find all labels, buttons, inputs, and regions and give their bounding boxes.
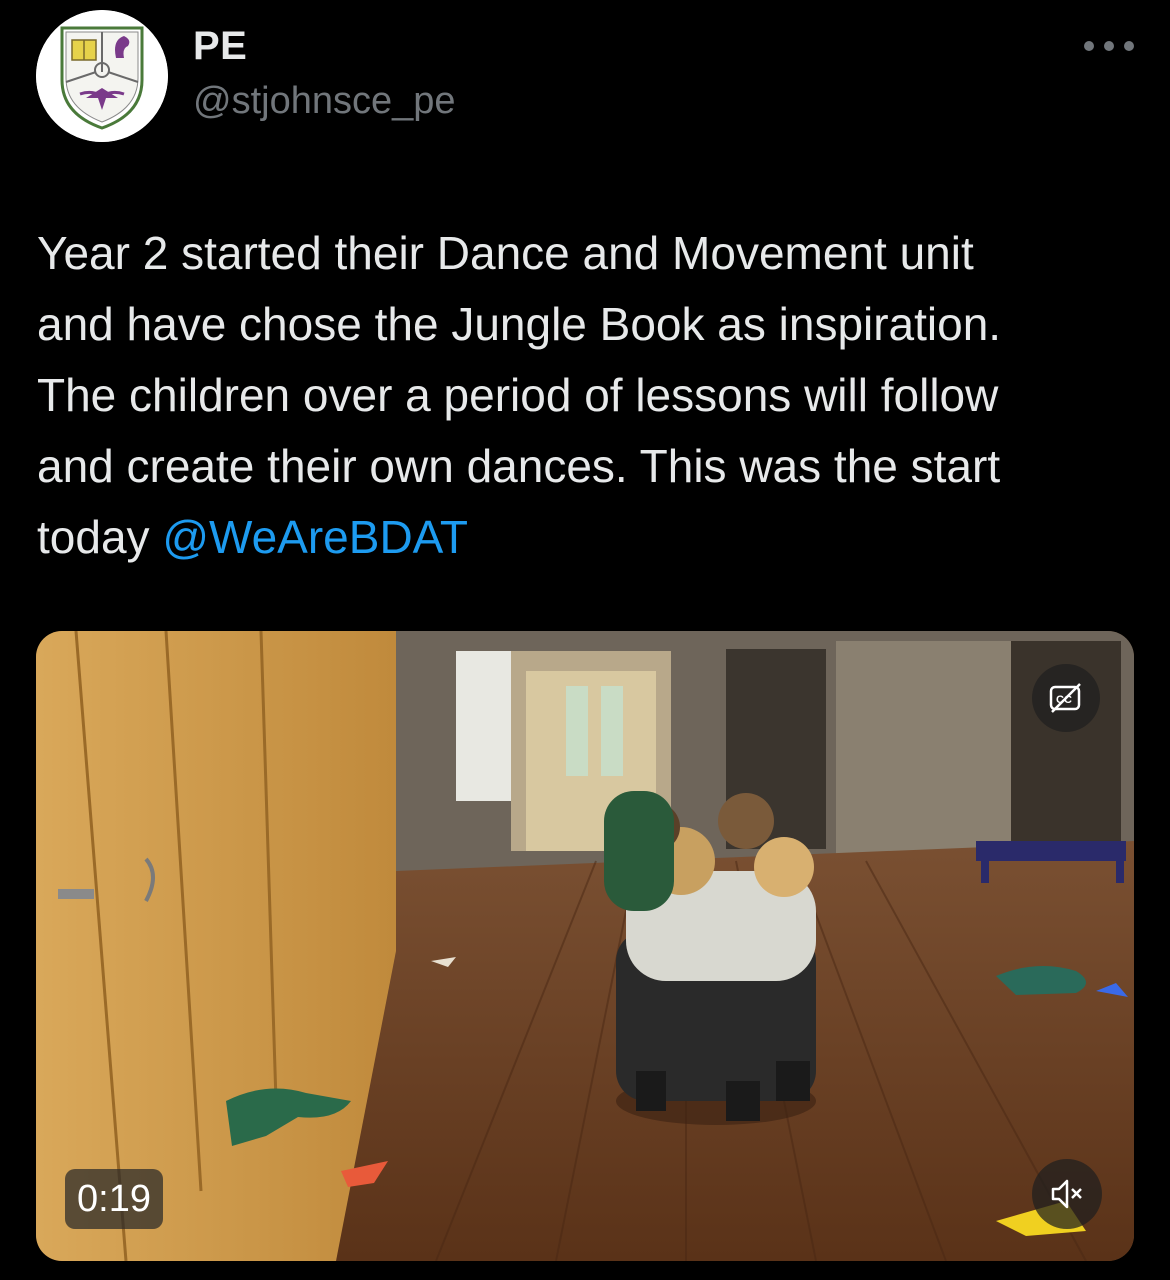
more-dot (1104, 41, 1114, 51)
more-options-icon[interactable] (1084, 36, 1134, 56)
mute-button[interactable] (1032, 1159, 1102, 1229)
avatar[interactable] (36, 10, 168, 142)
tweet-text-line: The children over a period of lessons wi… (37, 369, 999, 421)
video-player[interactable]: CC 0:19 (36, 631, 1134, 1261)
tweet-text-line: Year 2 started their Dance and Movement … (37, 227, 974, 279)
tweet-text-line: and have chose the Jungle Book as inspir… (37, 298, 1002, 350)
closed-captions-off-icon: CC (1049, 683, 1081, 713)
mention-link[interactable]: @WeAreBDAT (162, 511, 468, 563)
more-dot (1084, 41, 1094, 51)
display-name[interactable]: PE (193, 24, 247, 69)
tweet-text-line: and create their own dances. This was th… (37, 440, 1001, 492)
tweet-text-line-last: today @WeAreBDAT (37, 502, 1137, 573)
tweet-text-line: today (37, 511, 163, 563)
tweet-text: Year 2 started their Dance and Movement … (37, 218, 1137, 573)
school-crest-icon (36, 10, 168, 142)
video-frame (36, 631, 1134, 1261)
user-handle[interactable]: @stjohnsce_pe (193, 80, 456, 123)
more-dot (1124, 41, 1134, 51)
captions-button[interactable]: CC (1032, 664, 1100, 732)
tweet: PE @stjohnsce_pe Year 2 started their Da… (0, 0, 1170, 1280)
video-duration: 0:19 (65, 1169, 163, 1229)
speaker-muted-icon (1051, 1179, 1082, 1209)
